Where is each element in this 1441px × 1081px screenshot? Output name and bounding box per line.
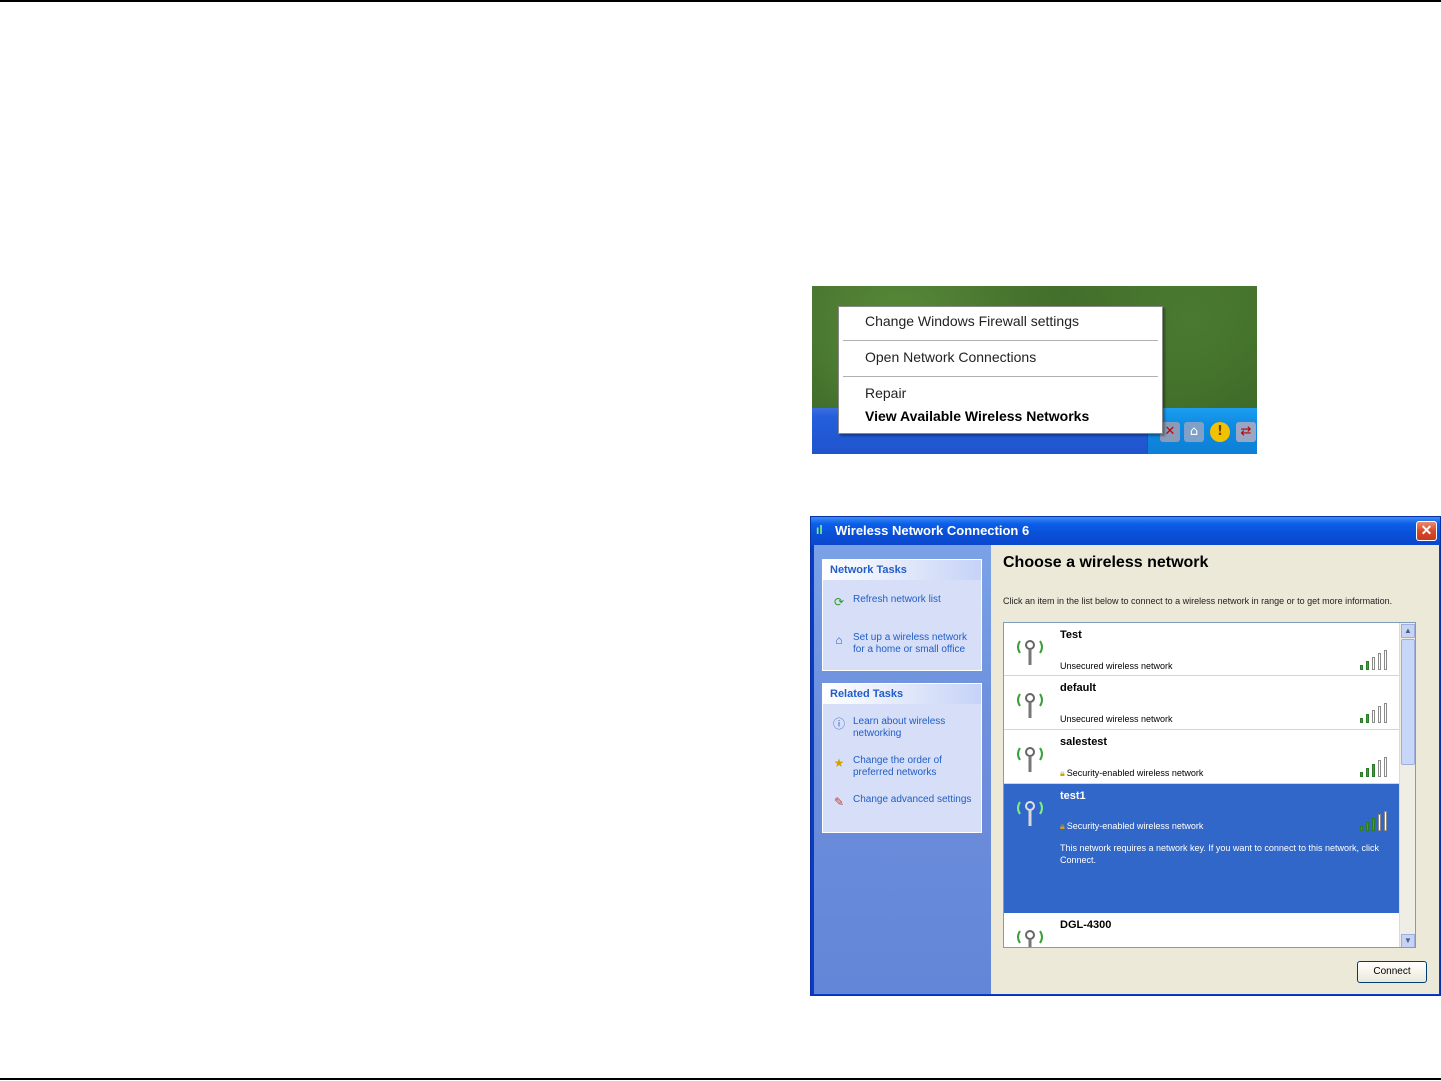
close-button[interactable]: ✕ bbox=[1416, 521, 1437, 541]
bottom-rule bbox=[0, 1078, 1441, 1080]
top-rule bbox=[0, 0, 1441, 2]
network-chooser-pane: Choose a wireless network Click an item … bbox=[991, 545, 1439, 994]
task-label: Learn about wireless networking bbox=[853, 716, 946, 739]
menu-item-repair[interactable]: Repair bbox=[865, 385, 906, 401]
lock-icon: 🔒︎ bbox=[1060, 821, 1065, 831]
page-title: Choose a wireless network bbox=[1003, 554, 1209, 571]
network-list: Test Unsecured wireless network default … bbox=[1003, 622, 1416, 948]
window-title: Wireless Network Connection 6 bbox=[835, 523, 1030, 538]
system-tray: ✕ ⌂ ! ⇄ bbox=[1147, 408, 1257, 454]
window-client-area: Network Tasks ⟳ Refresh network list ⌂ S… bbox=[814, 545, 1439, 994]
scroll-up-button[interactable]: ▲ bbox=[1401, 624, 1415, 638]
network-name: salestest bbox=[1060, 736, 1108, 748]
network-name: test1 bbox=[1060, 790, 1086, 802]
network-description: This network requires a network key. If … bbox=[1060, 843, 1379, 865]
network-status: Security-enabled wireless network bbox=[1066, 768, 1204, 778]
network-status: Unsecured wireless network bbox=[1060, 661, 1173, 671]
instructions-text: Click an item in the list below to conne… bbox=[1003, 596, 1393, 606]
related-tasks-panel: Related Tasks ⓘ Learn about wireless net… bbox=[822, 683, 982, 833]
tray-menu-screenshot: ✕ ⌂ ! ⇄ Change Windows Firewall settings… bbox=[812, 286, 1257, 454]
task-pane: Network Tasks ⟳ Refresh network list ⌂ S… bbox=[814, 545, 991, 994]
network-item-test1-selected[interactable]: test1 🔒︎ Security-enabled wireless networ… bbox=[1004, 784, 1400, 913]
security-alert-icon[interactable]: ! bbox=[1210, 422, 1230, 442]
wireless-antenna-icon bbox=[1017, 747, 1043, 772]
network-status: Security-enabled wireless network bbox=[1066, 821, 1204, 831]
network-connection-icon[interactable]: ⇄ bbox=[1236, 422, 1256, 442]
wireless-antenna-icon bbox=[1017, 801, 1043, 826]
network-name: default bbox=[1060, 682, 1097, 694]
info-icon: ⓘ bbox=[832, 717, 845, 731]
network-item-dgl-4300[interactable]: DGL-4300 bbox=[1004, 913, 1400, 947]
wireless-antenna-icon bbox=[1017, 693, 1043, 718]
task-label: Change advanced settings bbox=[853, 794, 972, 805]
network-status-row: 🔒︎ Security-enabled wireless network bbox=[1060, 821, 1203, 832]
menu-separator bbox=[843, 340, 1158, 341]
signal-strength-icon bbox=[1360, 703, 1387, 723]
menu-item-open-network-connections[interactable]: Open Network Connections bbox=[865, 349, 1036, 365]
network-item-test[interactable]: Test Unsecured wireless network bbox=[1004, 623, 1400, 676]
context-menu: Change Windows Firewall settings Open Ne… bbox=[838, 306, 1163, 434]
home-network-icon[interactable]: ⌂ bbox=[1184, 422, 1204, 442]
scroll-thumb[interactable] bbox=[1401, 639, 1415, 765]
menu-separator bbox=[843, 376, 1158, 377]
network-name: DGL-4300 bbox=[1060, 919, 1112, 931]
signal-strength-icon bbox=[1360, 757, 1387, 777]
related-tasks-header[interactable]: Related Tasks bbox=[823, 684, 981, 704]
network-tasks-header[interactable]: Network Tasks bbox=[823, 560, 981, 580]
network-item-default[interactable]: default Unsecured wireless network bbox=[1004, 676, 1400, 730]
settings-icon: ✎ bbox=[833, 795, 845, 809]
setup-network-icon: ⌂ bbox=[835, 633, 843, 647]
menu-item-firewall-settings[interactable]: Change Windows Firewall settings bbox=[865, 313, 1079, 329]
network-status-row: 🔒︎ Security-enabled wireless network bbox=[1060, 768, 1203, 779]
scroll-down-button[interactable]: ▼ bbox=[1401, 934, 1415, 947]
network-status: Unsecured wireless network bbox=[1060, 714, 1173, 724]
star-icon: ★ bbox=[833, 756, 845, 770]
network-item-salestest[interactable]: salestest 🔒︎ Security-enabled wireless ne… bbox=[1004, 730, 1400, 784]
task-label: Change the order of preferred networks bbox=[853, 755, 942, 778]
refresh-icon: ⟳ bbox=[833, 595, 845, 609]
title-bar[interactable]: ıl Wireless Network Connection 6 ✕ bbox=[811, 517, 1440, 545]
connect-button[interactable]: Connect bbox=[1357, 961, 1427, 983]
wireless-antenna-icon bbox=[1017, 930, 1043, 947]
network-tasks-panel: Network Tasks ⟳ Refresh network list ⌂ S… bbox=[822, 559, 982, 671]
wireless-connection-window: ıl Wireless Network Connection 6 ✕ Netwo… bbox=[810, 516, 1441, 996]
network-disconnected-icon[interactable]: ✕ bbox=[1160, 422, 1180, 442]
task-label: Refresh network list bbox=[853, 594, 941, 605]
task-label: Set up a wireless network for a home or … bbox=[853, 632, 967, 655]
wireless-antenna-icon bbox=[1017, 640, 1043, 665]
lock-icon: 🔒︎ bbox=[1060, 768, 1065, 778]
signal-strength-icon bbox=[1360, 811, 1387, 831]
menu-item-view-wireless-networks[interactable]: View Available Wireless Networks bbox=[865, 408, 1089, 424]
network-name: Test bbox=[1060, 629, 1082, 641]
wireless-signal-icon: ıl bbox=[816, 523, 823, 537]
signal-strength-icon bbox=[1360, 650, 1387, 670]
network-list-scrollbar[interactable]: ▲ ▼ bbox=[1399, 623, 1415, 947]
